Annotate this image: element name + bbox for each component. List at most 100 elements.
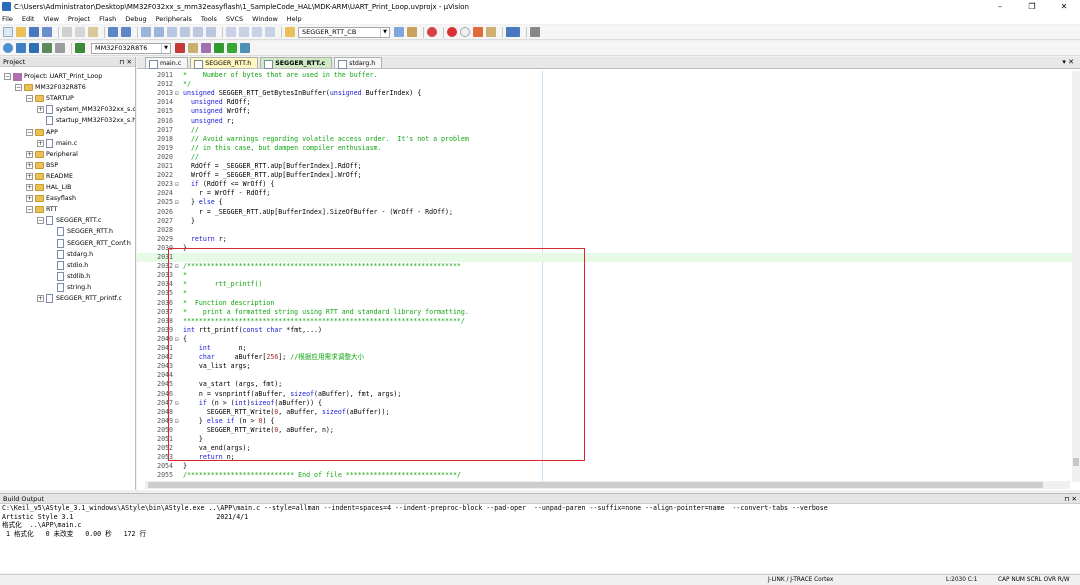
fold-marker-icon[interactable]: [175, 126, 181, 135]
menu-project[interactable]: Project: [68, 15, 90, 23]
paste-icon[interactable]: [88, 27, 98, 37]
load-icon[interactable]: [75, 43, 85, 53]
bookmark-next-icon[interactable]: [193, 27, 203, 37]
fold-marker-icon[interactable]: [175, 462, 181, 471]
tree-node[interactable]: + Easyflash: [26, 193, 76, 204]
window-layout-icon[interactable]: [506, 27, 520, 37]
code-line[interactable]: 2017 //: [137, 126, 1072, 135]
fold-marker-icon[interactable]: [175, 80, 181, 89]
fold-marker-icon[interactable]: [175, 144, 181, 153]
close-button[interactable]: ✕: [1048, 0, 1080, 13]
code-line[interactable]: 2055 /*************************** End of …: [137, 471, 1072, 480]
menu-file[interactable]: File: [2, 15, 13, 23]
build-output-pin-close[interactable]: ⊓ ✕: [1064, 495, 1077, 503]
nav-forward-icon[interactable]: [154, 27, 164, 37]
undo-icon[interactable]: [108, 27, 118, 37]
tree-node[interactable]: + SEGGER_RTT_printf.c: [37, 293, 122, 304]
chevron-down-icon[interactable]: ▼: [380, 27, 389, 37]
build-output-text[interactable]: C:\Keil_v5\AStyle_3.1_windows\AStyle\bin…: [0, 504, 1080, 538]
bookmark-icon[interactable]: [167, 27, 177, 37]
debug-session-icon[interactable]: [427, 27, 437, 37]
expand-icon[interactable]: +: [37, 139, 44, 147]
menu-window[interactable]: Window: [252, 15, 278, 23]
pack-installer-icon[interactable]: [214, 43, 224, 53]
fold-marker-icon[interactable]: [175, 98, 181, 107]
menu-peripherals[interactable]: Peripherals: [156, 15, 192, 23]
tree-node[interactable]: − MM32F032R8T6: [15, 82, 86, 93]
fold-marker-icon[interactable]: [175, 117, 181, 126]
incremental-find-icon[interactable]: [407, 27, 417, 37]
tree-node[interactable]: + BSP: [26, 160, 58, 171]
breakpoint-icon[interactable]: [447, 27, 457, 37]
save-all-icon[interactable]: [42, 27, 52, 37]
nav-back-icon[interactable]: [141, 27, 151, 37]
configure-icon[interactable]: [530, 27, 540, 37]
code-line[interactable]: 2024 r = WrOff - RdOff;: [137, 189, 1072, 198]
tree-node[interactable]: − STARTUP: [26, 93, 74, 104]
code-line[interactable]: 2015 unsigned WrOff;: [137, 107, 1072, 116]
expand-icon[interactable]: +: [37, 295, 44, 302]
menu-help[interactable]: Help: [287, 15, 302, 23]
menu-edit[interactable]: Edit: [22, 15, 35, 23]
redo-icon[interactable]: [121, 27, 131, 37]
menu-flash[interactable]: Flash: [99, 15, 116, 23]
fold-marker-icon[interactable]: [175, 471, 181, 480]
find-combo[interactable]: SEGGER_RTT_CB ▼: [298, 26, 390, 38]
scroll-thumb[interactable]: [1073, 458, 1079, 466]
fold-marker-icon[interactable]: ⊟: [175, 89, 181, 98]
unindent-icon[interactable]: [239, 27, 249, 37]
kill-breakpoints-icon[interactable]: [473, 27, 483, 37]
tab-list-close-button[interactable]: ▾ ✕: [1062, 58, 1074, 66]
code-line[interactable]: 2022 WrOff = _SEGGER_RTT.aUp[BufferIndex…: [137, 171, 1072, 180]
rte-icon[interactable]: [240, 43, 250, 53]
manage-components-icon[interactable]: [201, 43, 211, 53]
translate-icon[interactable]: [3, 43, 13, 53]
code-line[interactable]: 2029 return r;: [137, 235, 1072, 244]
tree-node[interactable]: − RTT: [26, 204, 58, 215]
tree-node[interactable]: + Peripheral: [26, 149, 78, 160]
tree-node[interactable]: − SEGGER_RTT.c: [37, 215, 101, 226]
fold-marker-icon[interactable]: [175, 226, 181, 235]
expand-icon[interactable]: +: [26, 172, 33, 180]
code-line[interactable]: 2026 r = _SEGGER_RTT.aUp[BufferIndex].Si…: [137, 208, 1072, 217]
disable-all-breakpoints-icon[interactable]: [486, 27, 496, 37]
bookmark-prev-icon[interactable]: [180, 27, 190, 37]
code-line[interactable]: 2014 unsigned RdOff;: [137, 98, 1072, 107]
fold-marker-icon[interactable]: [175, 162, 181, 171]
bookmark-clear-icon[interactable]: [206, 27, 216, 37]
fold-marker-icon[interactable]: ⊟: [175, 198, 181, 207]
fold-marker-icon[interactable]: [175, 135, 181, 144]
tree-node[interactable]: + HAL_LIB: [26, 182, 71, 193]
menu-tools[interactable]: Tools: [201, 15, 217, 23]
scroll-thumb[interactable]: [148, 482, 1043, 488]
tree-node[interactable]: stdarg.h: [48, 249, 93, 260]
rebuild-icon[interactable]: [29, 43, 39, 53]
indent-icon[interactable]: [226, 27, 236, 37]
save-icon[interactable]: [29, 27, 39, 37]
project-panel-pin-close[interactable]: ⊓ ✕: [119, 58, 132, 66]
fold-marker-icon[interactable]: [175, 107, 181, 116]
find-in-files-icon[interactable]: [285, 27, 295, 37]
find-icon[interactable]: [394, 27, 404, 37]
code-line[interactable]: 2027 }: [137, 217, 1072, 226]
code-line[interactable]: 2020 //: [137, 153, 1072, 162]
file-tab[interactable]: SEGGER_RTT.h: [190, 57, 259, 69]
fold-marker-icon[interactable]: [175, 153, 181, 162]
uncomment-icon[interactable]: [265, 27, 275, 37]
code-line[interactable]: 2012 */: [137, 80, 1072, 89]
tree-node[interactable]: − APP: [26, 127, 58, 138]
expand-icon[interactable]: +: [37, 106, 44, 114]
code-line[interactable]: 2021 RdOff = _SEGGER_RTT.aUp[BufferIndex…: [137, 162, 1072, 171]
tree-node[interactable]: SEGGER_RTT_Conf.h: [48, 238, 131, 249]
code-line[interactable]: 2054}: [137, 462, 1072, 471]
expand-icon[interactable]: +: [26, 150, 33, 158]
menu-view[interactable]: View: [43, 15, 58, 23]
editor-horizontal-scrollbar[interactable]: [145, 481, 1070, 489]
code-line[interactable]: 2025 ⊟ } else {: [137, 198, 1072, 207]
code-line[interactable]: 2019 // in this case, but dampen compile…: [137, 144, 1072, 153]
minimize-button[interactable]: –: [984, 0, 1016, 13]
cut-icon[interactable]: [62, 27, 72, 37]
fold-marker-icon[interactable]: [175, 235, 181, 244]
file-tab[interactable]: main.c: [145, 57, 189, 69]
fold-marker-icon[interactable]: ⊟: [175, 180, 181, 189]
